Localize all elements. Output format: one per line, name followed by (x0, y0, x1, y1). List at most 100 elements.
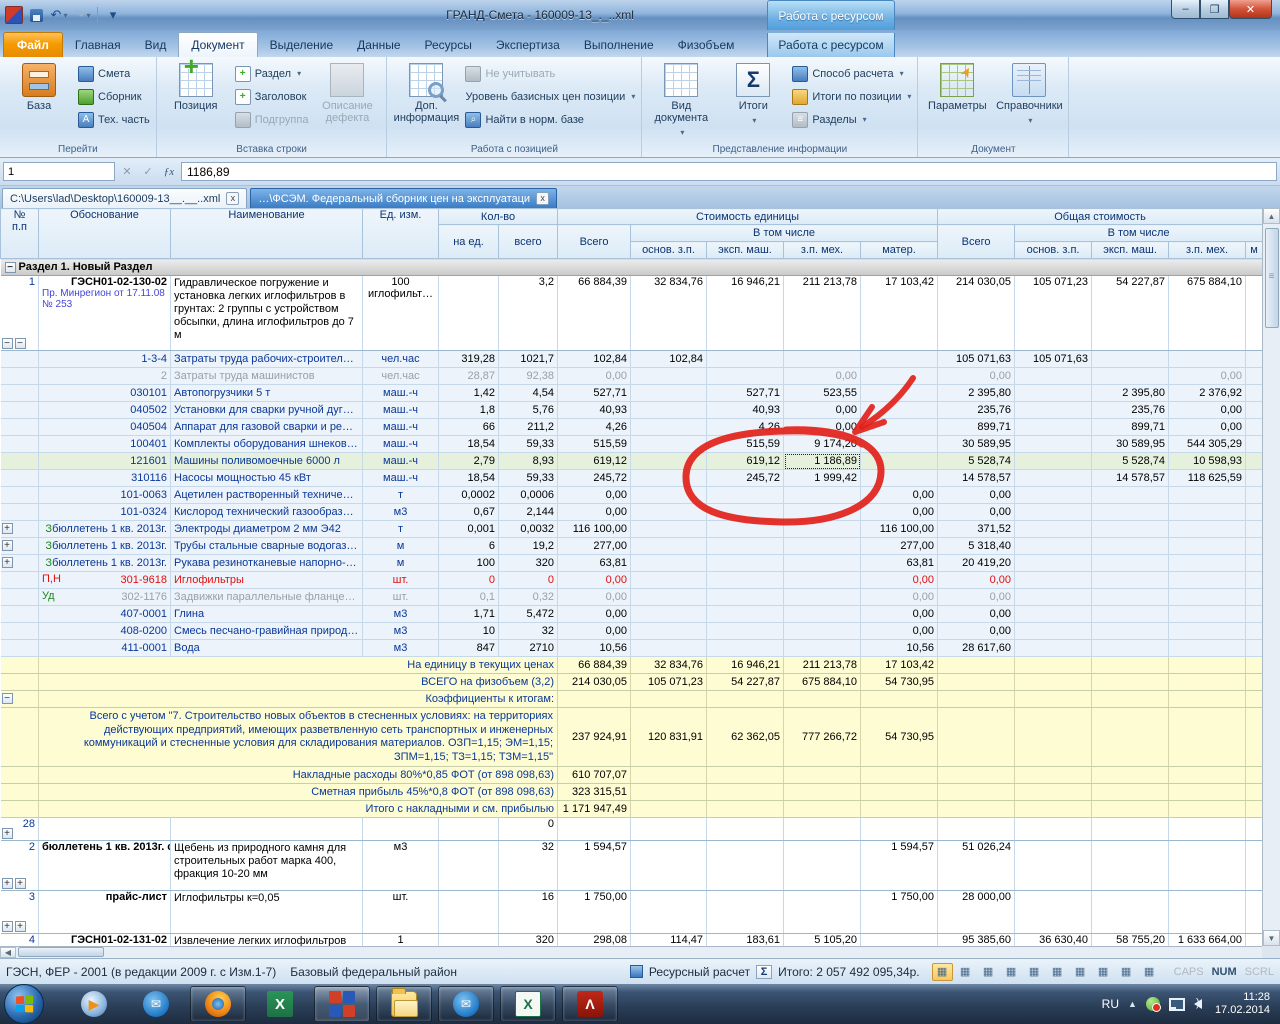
cell[interactable]: 899,71 (1092, 419, 1169, 436)
cell[interactable]: 5 105,20 (784, 934, 861, 947)
cell[interactable]: 30 589,95 (1092, 436, 1169, 453)
table-row[interactable]: 101-0324Кислород технический газообраз…м… (1, 504, 1263, 521)
vid-dokumenta-button[interactable]: Вид документа▾ (648, 61, 714, 141)
view-4-icon[interactable]: ▦ (1001, 963, 1022, 981)
sbornik-button[interactable]: Сборник (78, 86, 150, 107)
cell[interactable] (1246, 453, 1262, 470)
cell[interactable] (1092, 708, 1169, 767)
cell[interactable]: 20 419,20 (938, 555, 1015, 572)
cell[interactable]: маш.-ч (363, 453, 439, 470)
cell[interactable]: 66 884,39 (558, 276, 631, 351)
tech-part-button[interactable]: AТех. часть (78, 109, 150, 130)
cell[interactable] (1015, 691, 1092, 708)
expand-icon[interactable]: + (2, 523, 13, 534)
col-name[interactable]: Наименование (171, 209, 363, 259)
cell[interactable]: На единицу в текущих ценах (39, 657, 558, 674)
cell[interactable]: 10 598,93 (1169, 453, 1246, 470)
cell[interactable]: 0,0006 (499, 487, 558, 504)
save-button[interactable] (26, 6, 46, 24)
cell[interactable]: 0,00 (558, 623, 631, 640)
cell[interactable]: 105 071,23 (1015, 276, 1092, 351)
cell[interactable] (631, 555, 707, 572)
cell[interactable]: 58 755,20 (1092, 934, 1169, 947)
cell[interactable] (1169, 708, 1246, 767)
cell[interactable]: 214 030,05 (558, 674, 631, 691)
ribbon-tab-5[interactable]: Данные (345, 33, 412, 57)
cell[interactable]: 1 594,57 (558, 841, 631, 891)
cell[interactable] (1246, 419, 1262, 436)
cell[interactable]: 3++ (1, 891, 39, 934)
cell[interactable]: 66 (439, 419, 499, 436)
tab-close-icon[interactable]: x (536, 192, 549, 205)
cell[interactable]: 183,61 (707, 934, 784, 947)
taskbar-button-explorer[interactable] (376, 986, 432, 1022)
table-row[interactable]: 408-0200Смесь песчано-гравийная природ…м… (1, 623, 1263, 640)
cell[interactable]: 040502 (39, 402, 171, 419)
cell[interactable] (1169, 640, 1246, 657)
cell[interactable] (1092, 841, 1169, 891)
spravochniki-button[interactable]: Справочники▾ (996, 61, 1062, 141)
view-3-icon[interactable]: ▦ (978, 963, 999, 981)
taskbar-button-excel[interactable]: X (500, 986, 556, 1022)
cell[interactable] (707, 572, 784, 589)
cell[interactable] (861, 453, 938, 470)
cell[interactable]: 245,72 (707, 470, 784, 487)
cell[interactable]: 0,00 (938, 606, 1015, 623)
cell[interactable] (1, 402, 39, 419)
ne-uchityvat-button[interactable]: Не учитывать (465, 63, 635, 84)
cell[interactable]: 1 999,42 (784, 470, 861, 487)
cell[interactable] (1015, 504, 1092, 521)
cell[interactable]: 320 (499, 555, 558, 572)
cell[interactable] (631, 818, 707, 841)
cell[interactable] (861, 767, 938, 784)
cell[interactable] (1092, 521, 1169, 538)
view-8-icon[interactable]: ▦ (1093, 963, 1114, 981)
col-unit-total[interactable]: Всего (558, 225, 631, 259)
cell[interactable] (1, 419, 39, 436)
cell[interactable]: 66 884,39 (558, 657, 631, 674)
cell[interactable]: 116 100,00 (861, 521, 938, 538)
name-box[interactable]: 1 (3, 162, 115, 181)
cell[interactable] (1015, 657, 1092, 674)
cell[interactable] (784, 841, 861, 891)
cell[interactable]: 0,00 (861, 589, 938, 606)
table-row[interactable]: Итого с накладными и см. прибылью1 171 9… (1, 801, 1263, 818)
collapse-icon[interactable]: − (5, 262, 16, 273)
col-justification[interactable]: Обоснование (39, 209, 171, 259)
cell[interactable]: Затраты труда машинистов (171, 368, 363, 385)
cell[interactable]: Затраты труда рабочих-строител… (171, 351, 363, 368)
cell[interactable]: 2,79 (439, 453, 499, 470)
cell[interactable]: Автопогрузчики 5 т (171, 385, 363, 402)
cell[interactable] (1, 368, 39, 385)
cell[interactable] (1169, 657, 1246, 674)
cell[interactable]: Накладные расходы 80%*0,85 ФОТ (от 898 0… (39, 767, 558, 784)
cell[interactable] (1015, 674, 1092, 691)
cell[interactable] (1246, 623, 1262, 640)
cell[interactable]: 32 (499, 623, 558, 640)
redo-button[interactable]: ↷▾ (72, 6, 92, 24)
cell[interactable] (439, 276, 499, 351)
cell[interactable] (1246, 934, 1262, 947)
messenger-tray-icon[interactable] (1146, 997, 1160, 1011)
cell[interactable] (707, 351, 784, 368)
col-grand-machines[interactable]: эксп. маш. (1092, 242, 1169, 259)
cell[interactable] (707, 784, 784, 801)
cell[interactable] (1169, 818, 1246, 841)
cell[interactable]: 527,71 (707, 385, 784, 402)
cell[interactable] (1, 487, 39, 504)
cell[interactable] (1246, 521, 1262, 538)
cell[interactable] (631, 691, 707, 708)
cell[interactable] (631, 521, 707, 538)
cell[interactable]: 527,71 (558, 385, 631, 402)
cell[interactable]: м3 (363, 623, 439, 640)
cell[interactable] (861, 784, 938, 801)
cell[interactable]: Коэффициенты к итогам: (39, 691, 558, 708)
cell[interactable]: Задвижки параллельные фланце… (171, 589, 363, 606)
table-row[interactable]: +Збюллетень 1 кв. 2013г.Трубы стальные с… (1, 538, 1263, 555)
cell[interactable]: Всего с учетом "7. Строительство новых о… (39, 708, 558, 767)
cell[interactable]: 1021,7 (499, 351, 558, 368)
cell[interactable] (707, 521, 784, 538)
cell[interactable] (631, 841, 707, 891)
cell[interactable]: 0,00 (861, 623, 938, 640)
cell[interactable]: 407-0001 (39, 606, 171, 623)
